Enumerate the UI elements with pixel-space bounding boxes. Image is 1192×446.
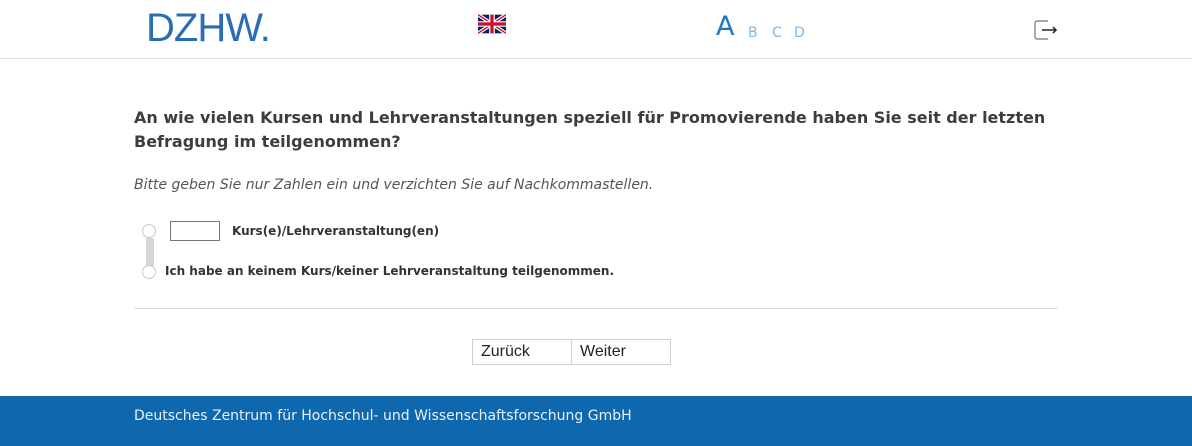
- count-radio[interactable]: [142, 224, 156, 238]
- next-button[interactable]: Weiter: [571, 339, 671, 365]
- header: DZHW. A B C D: [0, 0, 1192, 59]
- footer: Deutsches Zentrum für Hochschul- und Wis…: [0, 396, 1192, 446]
- font-size-a[interactable]: A: [716, 10, 734, 44]
- dzhw-logo[interactable]: DZHW.: [146, 6, 271, 50]
- course-count-input[interactable]: [170, 221, 220, 241]
- back-button[interactable]: Zurück: [472, 339, 572, 365]
- question-hint: Bitte geben Sie nur Zahlen ein und verzi…: [134, 177, 654, 193]
- uk-flag-icon[interactable]: [478, 14, 506, 34]
- none-radio[interactable]: [142, 265, 156, 279]
- count-label: Kurs(e)/Lehrveranstaltung(en): [232, 224, 440, 238]
- font-size-b[interactable]: B: [748, 24, 758, 42]
- font-size-c[interactable]: C: [772, 24, 782, 42]
- none-label[interactable]: Ich habe an keinem Kurs/keiner Lehrveran…: [165, 264, 614, 278]
- footer-text: Deutsches Zentrum für Hochschul- und Wis…: [134, 408, 632, 424]
- question-text: An wie vielen Kursen und Lehrveranstaltu…: [134, 108, 1046, 151]
- radio-group-connector: [146, 238, 154, 266]
- divider: [134, 308, 1058, 309]
- font-size-d[interactable]: D: [794, 24, 805, 42]
- logout-icon[interactable]: [1034, 20, 1058, 40]
